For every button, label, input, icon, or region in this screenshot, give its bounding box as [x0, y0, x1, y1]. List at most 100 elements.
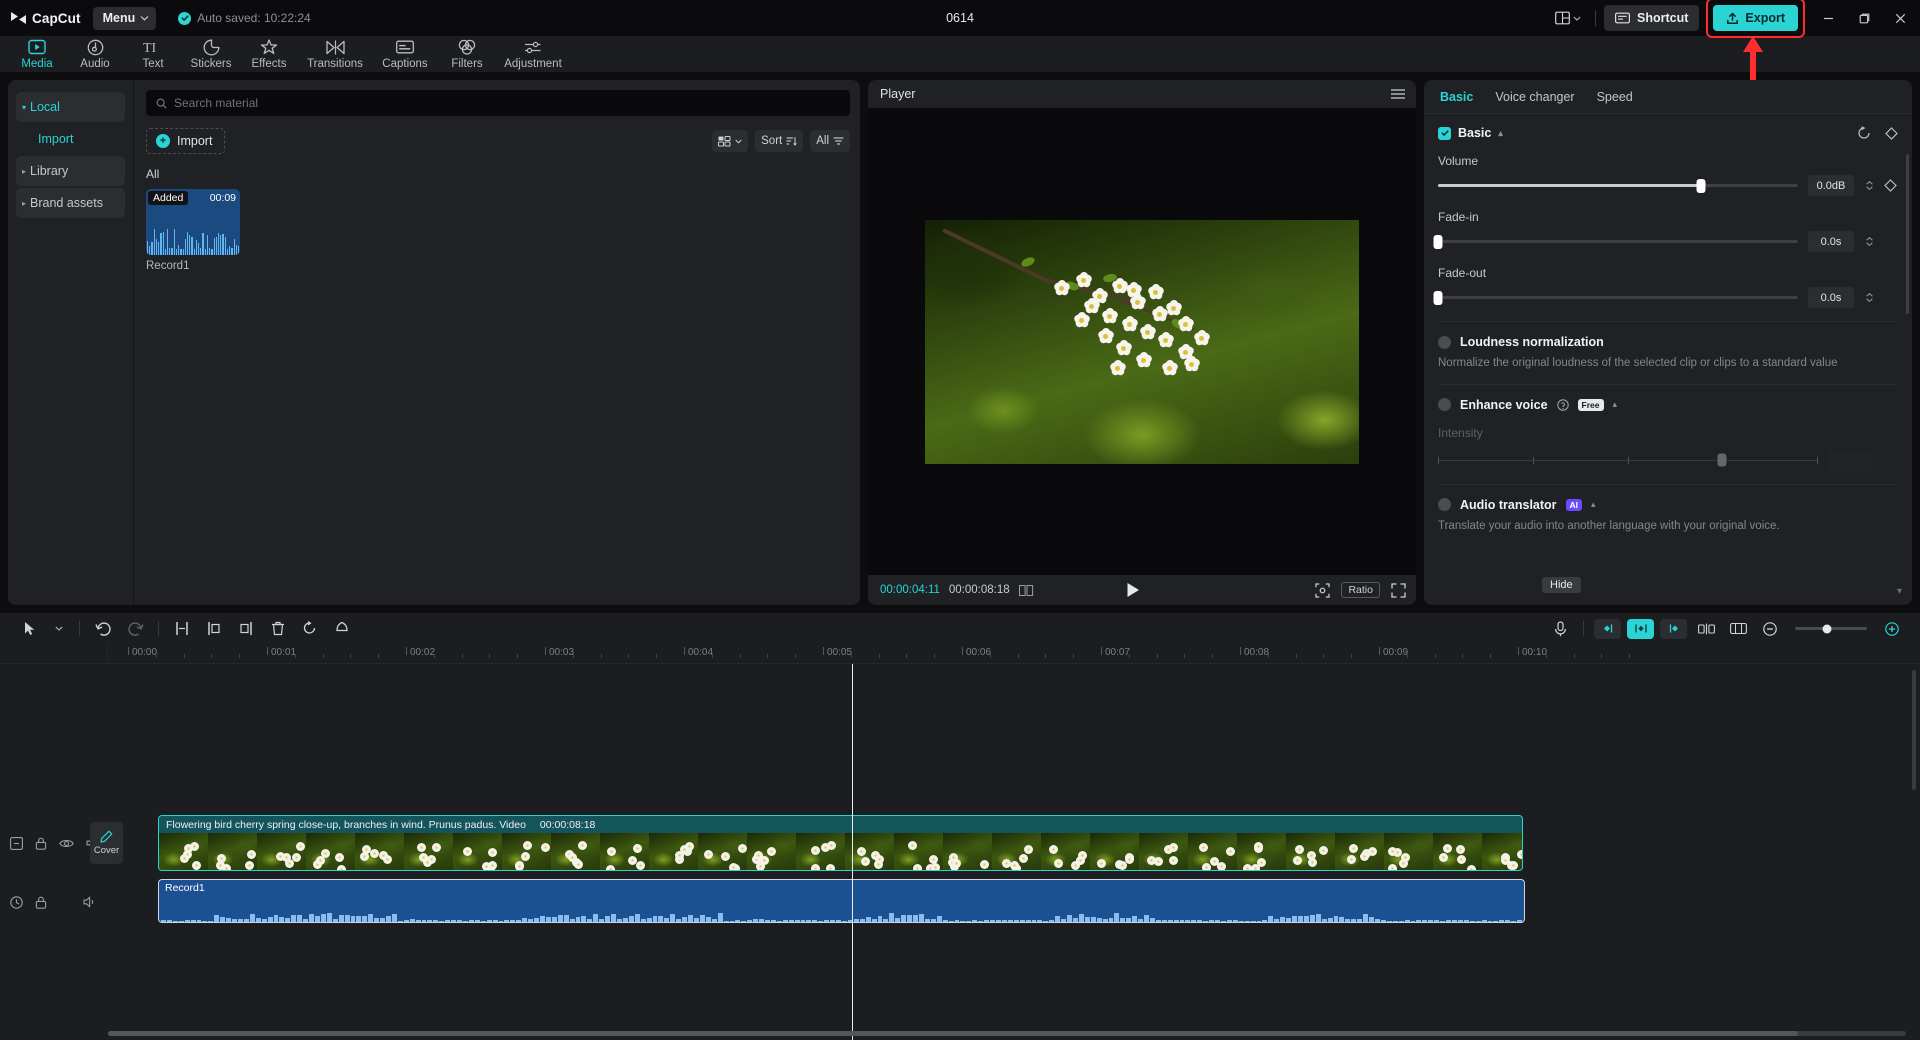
fit-view-button[interactable] — [1722, 616, 1754, 642]
redo-button[interactable] — [119, 616, 151, 642]
sidebar-item-library[interactable]: ▸ Library — [16, 156, 125, 186]
eye-icon[interactable] — [59, 838, 74, 849]
import-button[interactable]: + Import — [146, 128, 225, 154]
volume-value[interactable]: 0.0dB — [1808, 175, 1854, 196]
intensity-slider[interactable] — [1438, 460, 1817, 461]
undo-button[interactable] — [87, 616, 119, 642]
fade-out-value[interactable]: 0.0s — [1808, 287, 1854, 308]
maximize-button[interactable] — [1846, 3, 1882, 33]
grid-view-button[interactable] — [712, 130, 748, 152]
enhance-voice-toggle-row[interactable]: Enhance voice Free ▴ — [1438, 398, 1898, 412]
audio-clip[interactable]: Record1 — [158, 879, 1525, 923]
keyframe-next-button[interactable] — [1660, 619, 1687, 639]
tab-audio[interactable]: Audio — [66, 36, 124, 70]
fade-out-stepper[interactable] — [1866, 293, 1873, 302]
sort-button[interactable]: Sort — [755, 130, 803, 152]
trim-left-button[interactable] — [198, 616, 230, 642]
properties-scrollbar[interactable] — [1906, 154, 1909, 314]
play-button[interactable] — [1126, 582, 1140, 598]
sidebar-item-local[interactable]: ▾ Local — [16, 92, 125, 122]
enhance-voice-toggle[interactable] — [1438, 398, 1451, 411]
zoom-slider[interactable] — [1795, 627, 1867, 630]
filter-button[interactable]: All — [810, 130, 850, 152]
fullscreen-icon[interactable] — [1391, 583, 1406, 598]
auto-cut-button[interactable] — [1690, 616, 1722, 642]
chevron-down-icon[interactable]: ▾ — [1897, 586, 1902, 597]
cover-button[interactable]: Cover — [90, 822, 123, 864]
search-input[interactable]: Search material — [146, 90, 850, 116]
keyframe-prev-button[interactable] — [1594, 619, 1621, 639]
crop-icon[interactable] — [1315, 583, 1330, 598]
audio-translator-toggle-row[interactable]: Audio translator AI ▴ — [1438, 498, 1898, 512]
keyframe-icon[interactable] — [1885, 127, 1898, 140]
lock-icon[interactable] — [35, 837, 47, 850]
shortcut-button[interactable]: Shortcut — [1604, 5, 1699, 31]
playhead[interactable] — [852, 664, 853, 1040]
export-button[interactable]: Export — [1713, 5, 1798, 31]
mirror-button[interactable] — [326, 616, 358, 642]
menu-button[interactable]: Menu — [93, 7, 157, 30]
ratio-button[interactable]: Ratio — [1341, 582, 1380, 598]
zoom-knob[interactable] — [1822, 624, 1831, 633]
volume-slider[interactable] — [1438, 184, 1798, 187]
timeline-vertical-scrollbar[interactable] — [1912, 670, 1916, 790]
sidebar-item-import[interactable]: Import — [16, 124, 125, 154]
delete-button[interactable] — [262, 616, 294, 642]
tab-basic[interactable]: Basic — [1440, 90, 1473, 104]
keyframe-add-button[interactable] — [1627, 619, 1654, 639]
layout-button[interactable] — [1549, 5, 1587, 31]
trim-right-button[interactable] — [230, 616, 262, 642]
help-icon[interactable] — [1557, 399, 1569, 411]
audio-translator-toggle[interactable] — [1438, 498, 1451, 511]
zoom-in-button[interactable] — [1876, 616, 1908, 642]
volume-knob[interactable] — [1696, 179, 1705, 193]
checkbox-checked-icon[interactable] — [1438, 127, 1451, 140]
tab-transitions[interactable]: Transitions — [298, 36, 372, 70]
tab-stickers[interactable]: Stickers — [182, 36, 240, 70]
loudness-toggle-row[interactable]: Loudness normalization — [1438, 335, 1898, 349]
tab-media[interactable]: Media — [8, 36, 66, 70]
close-button[interactable] — [1882, 3, 1918, 33]
fade-in-value[interactable]: 0.0s — [1808, 231, 1854, 252]
split-button[interactable] — [166, 616, 198, 642]
fade-out-knob[interactable] — [1434, 291, 1443, 305]
lock-icon[interactable] — [35, 896, 47, 909]
zoom-out-button[interactable] — [1754, 616, 1786, 642]
video-clip[interactable]: Flowering bird cherry spring close-up, b… — [158, 815, 1523, 871]
tab-speed[interactable]: Speed — [1597, 90, 1633, 104]
reset-icon[interactable] — [1857, 126, 1871, 140]
expand-icon[interactable] — [10, 837, 23, 850]
minimize-button[interactable] — [1810, 3, 1846, 33]
volume-keyframe-icon[interactable] — [1883, 179, 1898, 192]
collapse-caret-icon[interactable]: ▴ — [1591, 499, 1596, 510]
media-card[interactable]: Added 00:09 Record1 — [146, 189, 240, 272]
intensity-knob[interactable] — [1718, 454, 1727, 467]
tab-filters[interactable]: Filters — [438, 36, 496, 70]
tab-voice-changer[interactable]: Voice changer — [1495, 90, 1574, 104]
tab-adjustment[interactable]: Adjustment — [496, 36, 570, 70]
select-tool-button[interactable] — [14, 616, 46, 642]
fade-in-knob[interactable] — [1434, 235, 1443, 249]
freeze-button[interactable] — [294, 616, 326, 642]
tab-captions[interactable]: Captions — [372, 36, 438, 70]
fade-out-slider[interactable] — [1438, 296, 1798, 299]
collapse-caret-icon[interactable]: ▴ — [1613, 399, 1618, 410]
fade-in-slider[interactable] — [1438, 240, 1798, 243]
timeline-ruler[interactable]: 00:0000:0100:0200:0300:0400:0500:0600:07… — [0, 644, 1920, 664]
frames-icon[interactable] — [1019, 585, 1034, 596]
tab-effects[interactable]: Effects — [240, 36, 298, 70]
record-voiceover-button[interactable] — [1544, 616, 1576, 642]
fade-in-stepper[interactable] — [1866, 237, 1873, 246]
mute-icon[interactable] — [83, 896, 97, 908]
timeline-horizontal-scrollbar[interactable] — [108, 1031, 1906, 1036]
media-thumbnail[interactable]: Added 00:09 — [146, 189, 240, 255]
player-stage[interactable] — [868, 108, 1416, 575]
ruler-scale[interactable]: 00:0000:0100:0200:0300:0400:0500:0600:07… — [108, 644, 1920, 663]
loudness-toggle[interactable] — [1438, 336, 1451, 349]
clock-icon[interactable] — [10, 896, 23, 909]
tab-text[interactable]: TI Text — [124, 36, 182, 70]
collapse-caret-icon[interactable]: ▴ — [1498, 128, 1503, 139]
volume-stepper[interactable] — [1866, 181, 1873, 190]
hamburger-icon[interactable] — [1390, 88, 1406, 100]
sidebar-item-brand-assets[interactable]: ▸ Brand assets — [16, 188, 125, 218]
